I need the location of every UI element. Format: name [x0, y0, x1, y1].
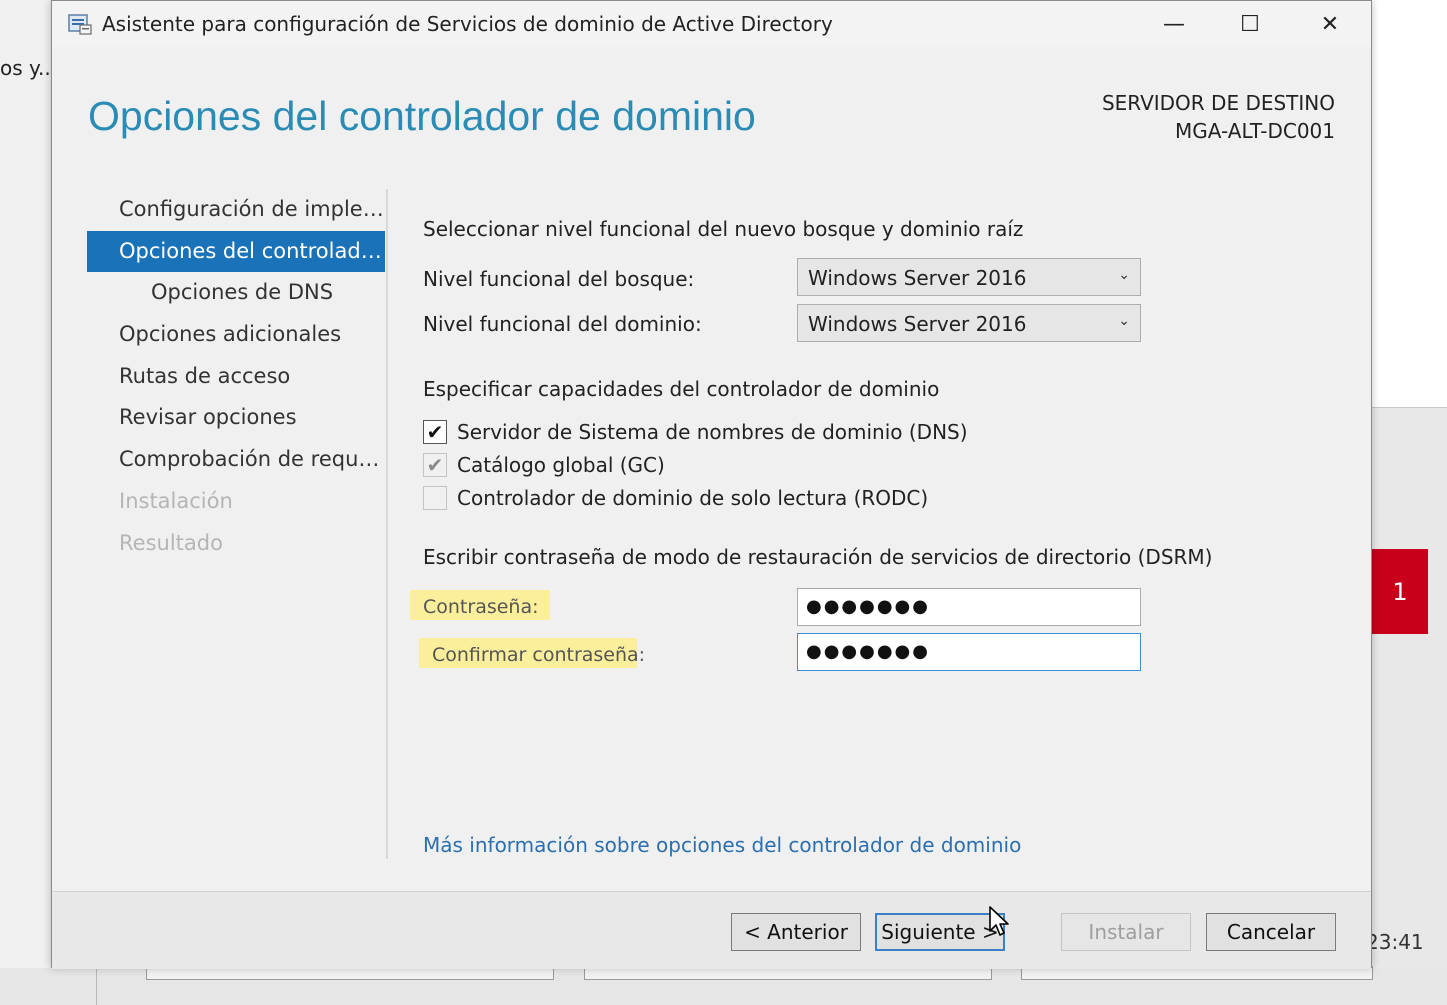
background-right-lower-panel: [1372, 408, 1447, 1005]
background-right-panel: [1372, 0, 1447, 408]
password-input[interactable]: ●●●●●●●: [797, 588, 1141, 626]
target-server-name: MGA-ALT-DC001: [1175, 119, 1335, 143]
check-icon: ✔: [426, 420, 444, 444]
install-button: Instalar: [1061, 913, 1191, 951]
nav-item-additional-options[interactable]: Opciones adicionales: [87, 314, 385, 356]
more-info-link[interactable]: Más información sobre opciones del contr…: [423, 833, 1021, 857]
nav-item-dc-options[interactable]: Opciones del controlador...: [87, 230, 385, 273]
background-partial-text: os y...: [0, 56, 58, 80]
forest-level-label: Nivel funcional del bosque:: [423, 267, 695, 291]
nav-item-installation: Instalación: [119, 488, 233, 513]
rodc-label: Controlador de dominio de solo lectura (…: [457, 486, 929, 510]
domain-level-dropdown[interactable]: Windows Server 2016 ⌄: [797, 304, 1141, 342]
minimize-button[interactable]: —: [1144, 5, 1204, 43]
domain-level-value: Windows Server 2016: [808, 312, 1027, 336]
ad-wizard-icon: [68, 14, 92, 35]
global-catalog-checkbox: ✔: [423, 453, 447, 477]
forest-level-dropdown[interactable]: Windows Server 2016 ⌄: [797, 258, 1141, 296]
window-title: Asistente para configuración de Servicio…: [102, 12, 833, 36]
nav-item-results: Resultado: [119, 530, 223, 555]
next-button[interactable]: Siguiente >: [875, 913, 1005, 951]
chevron-down-icon: ⌄: [1118, 267, 1130, 283]
maximize-button[interactable]: ☐: [1220, 5, 1280, 43]
domain-level-label: Nivel funcional del dominio:: [423, 312, 702, 336]
dns-server-label: Servidor de Sistema de nombres de domini…: [457, 420, 968, 444]
nav-item-deployment-config[interactable]: Configuración de implem...: [87, 189, 385, 231]
page-title: Opciones del controlador de dominio: [88, 93, 756, 139]
notification-count: 1: [1392, 577, 1408, 606]
target-server-label: SERVIDOR DE DESTINO: [1101, 91, 1335, 115]
dns-server-checkbox-row[interactable]: ✔ Servidor de Sistema de nombres de domi…: [423, 418, 968, 446]
button-bar: < Anterior Siguiente > Instalar Cancelar: [52, 891, 1371, 969]
wizard-nav: Configuración de implem... Opciones del …: [87, 189, 385, 564]
notification-tile[interactable]: 1: [1372, 549, 1428, 634]
capabilities-heading: Especificar capacidades del controlador …: [423, 377, 940, 401]
background-divider: [96, 968, 97, 1005]
password-label: Contraseña:: [410, 590, 550, 620]
nav-divider: [386, 189, 388, 859]
minimize-icon: —: [1163, 11, 1185, 37]
close-button[interactable]: ✕: [1300, 5, 1360, 43]
background-left-panel: [0, 0, 50, 1005]
global-catalog-label: Catálogo global (GC): [457, 453, 665, 477]
rodc-checkbox: [423, 486, 447, 510]
target-server-block: SERVIDOR DE DESTINO MGA-ALT-DC001: [1102, 89, 1335, 145]
confirm-password-label: Confirmar contraseña:: [419, 638, 645, 668]
rodc-checkbox-row: Controlador de dominio de solo lectura (…: [423, 484, 928, 512]
nav-item-paths[interactable]: Rutas de acceso: [87, 356, 385, 398]
confirm-password-input[interactable]: ●●●●●●●: [797, 633, 1141, 671]
dsrm-heading: Escribir contraseña de modo de restaurac…: [423, 545, 1213, 569]
title-bar[interactable]: Asistente para configuración de Servicio…: [52, 1, 1371, 47]
nav-item-review-options[interactable]: Revisar opciones: [87, 397, 385, 439]
dns-server-checkbox[interactable]: ✔: [423, 420, 447, 444]
chevron-down-icon: ⌄: [1118, 313, 1130, 329]
cancel-button[interactable]: Cancelar: [1206, 913, 1336, 951]
mouse-cursor-icon: [989, 906, 1009, 936]
global-catalog-checkbox-row: ✔ Catálogo global (GC): [423, 451, 665, 479]
back-button[interactable]: < Anterior: [731, 913, 861, 951]
check-icon: ✔: [426, 453, 444, 477]
forest-level-value: Windows Server 2016: [808, 266, 1027, 290]
nav-item-prerequisites[interactable]: Comprobación de requisi...: [87, 439, 385, 481]
background-clock: 23:41: [1366, 930, 1424, 954]
wizard-window: Asistente para configuración de Servicio…: [51, 0, 1372, 969]
nav-item-dns-options[interactable]: Opciones de DNS: [87, 272, 385, 314]
functional-level-heading: Seleccionar nivel funcional del nuevo bo…: [423, 217, 1024, 241]
close-icon: ✕: [1320, 11, 1340, 37]
maximize-icon: ☐: [1240, 11, 1260, 37]
